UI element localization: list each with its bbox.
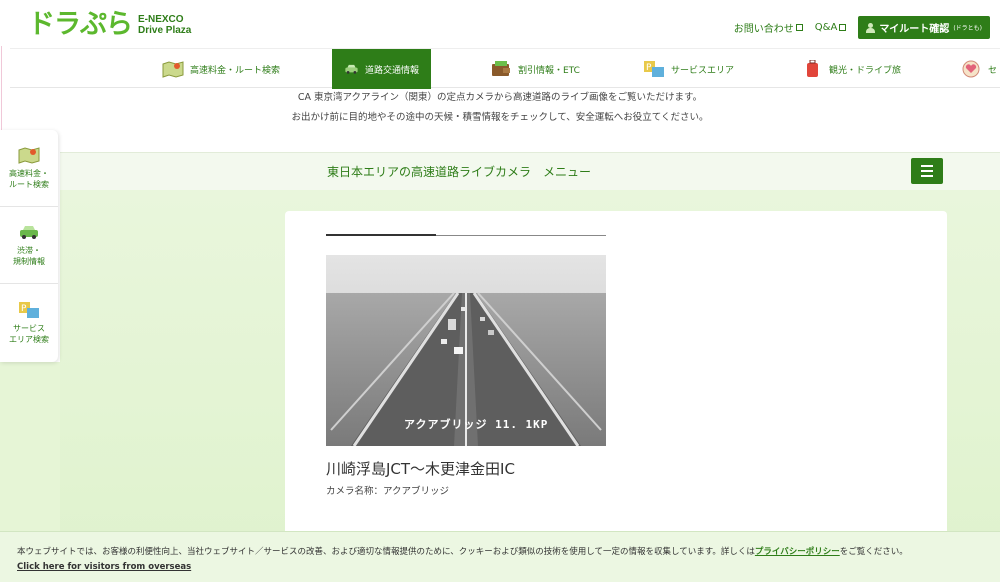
site-logo[interactable]: ドラぷら E-NEXCO Drive Plaza — [28, 10, 191, 40]
nav-label: 高速料金・ルート検索 — [190, 65, 281, 76]
person-icon — [866, 22, 876, 33]
side-label: 渋滞・ — [17, 246, 41, 255]
nav-label: サービスエリア — [671, 65, 735, 76]
external-link-icon — [839, 24, 847, 31]
car-icon — [345, 64, 358, 74]
camera-card: アクアブリッジ 11. 1KP 川崎浮島JCT～木更津金田IC カメラ名称：アク… — [285, 211, 947, 582]
nav-label: 観光・ドライブ旅 — [829, 65, 902, 76]
nav-label: 割引情報・ETC — [518, 65, 580, 76]
side-label: 規制情報 — [13, 257, 45, 266]
hamburger-icon — [921, 170, 933, 172]
parking-icon: P — [644, 61, 664, 77]
intro-text: CA 東京湾アクアライン（関東）の定点カメラから高速道路のライブ画像をご覧いただ… — [0, 88, 1000, 128]
nav-item-traffic[interactable]: 道路交通情報 — [332, 49, 431, 89]
live-camera-image[interactable]: アクアブリッジ 11. 1KP — [326, 255, 606, 446]
privacy-policy-link[interactable]: プライバシーポリシー — [755, 547, 840, 557]
contact-link[interactable]: お問い合わせ — [734, 20, 803, 35]
utility-links: お問い合わせ Q&A マイルート確認 (ドラとも) — [734, 16, 990, 39]
menu-title: 東日本エリアの高速道路ライブカメラ メニュー — [327, 165, 592, 179]
cookie-banner: 本ウェブサイトでは、お客様の利便性向上、当社ウェブサイト／サービスの改善、および… — [0, 531, 1000, 582]
nav-item-service-area[interactable]: P サービスエリア — [643, 49, 734, 89]
logo-sub-line2: Drive Plaza — [138, 25, 192, 36]
qa-label: Q&A — [814, 22, 838, 33]
suitcase-icon — [807, 60, 818, 77]
hamburger-icon — [921, 175, 933, 177]
side-item-toll-route[interactable]: 高速料金・ ルート検索 — [0, 130, 58, 207]
overseas-visitors-link[interactable]: Click here for visitors from overseas — [17, 562, 191, 572]
my-route-button[interactable]: マイルート確認 (ドラとも) — [858, 16, 990, 39]
side-quick-nav: 高速料金・ ルート検索 渋滞・ 規制情報 P サービス エリア検索 — [0, 130, 58, 362]
side-item-traffic[interactable]: 渋滞・ 規制情報 — [0, 207, 58, 284]
side-label: 高速料金・ — [9, 169, 49, 178]
camera-menu-bar: 東日本エリアの高速道路ライブカメラ メニュー — [60, 152, 1000, 190]
heart-icon — [962, 60, 980, 78]
intro-line1: CA 東京湾アクアライン（関東）の定点カメラから高速道路のライブ画像をご覧いただ… — [297, 92, 703, 103]
side-label: サービス — [13, 323, 45, 333]
cookie-text-before: 本ウェブサイトでは、お客様の利便性向上、当社ウェブサイト／サービスの改善、および… — [17, 547, 755, 557]
side-label: エリア検索 — [9, 334, 49, 344]
nav-label: セ — [988, 65, 998, 76]
camera-caption: アクアブリッジ 11. 1KP — [404, 418, 549, 431]
card-divider — [326, 234, 606, 236]
nav-label: 道路交通情報 — [364, 65, 419, 76]
logo-subtitle: E-NEXCO Drive Plaza — [138, 14, 191, 36]
logo-sub-line1: E-NEXCO — [138, 14, 184, 25]
cookie-text-after: をご覧ください。 — [839, 547, 908, 557]
nav-item-more[interactable]: セ — [960, 49, 997, 89]
intro-line2: お出かけ前に目的地やその途中の天候・積雪情報をチェックして、安全運転へお役立てく… — [291, 112, 709, 123]
qa-link[interactable]: Q&A — [815, 22, 847, 33]
camera-name: カメラ名称：アクアブリッジ — [326, 486, 450, 497]
hamburger-menu-button[interactable] — [911, 158, 943, 184]
car-icon — [20, 226, 38, 239]
nav-item-toll-route[interactable]: 高速料金・ルート検索 — [162, 49, 280, 89]
cookie-text: 本ウェブサイトでは、お客様の利便性向上、当社ウェブサイト／サービスの改善、および… — [17, 545, 908, 557]
nav-item-tourism[interactable]: 観光・ドライブ旅 — [801, 49, 901, 89]
nav-item-discount-etc[interactable]: 割引情報・ETC — [490, 49, 580, 89]
contact-label: お問い合わせ — [733, 24, 794, 35]
my-route-label: マイルート確認 — [879, 24, 950, 35]
side-label: ルート検索 — [9, 180, 49, 189]
site-header: ドラぷら E-NEXCO Drive Plaza お問い合わせ Q&A マイルー… — [0, 0, 1000, 46]
external-link-icon — [795, 24, 803, 31]
parking-icon: P — [19, 301, 39, 318]
logo-text: ドラぷら — [28, 9, 133, 40]
hamburger-icon — [921, 165, 933, 167]
map-icon — [18, 147, 40, 164]
svg-text:P: P — [21, 304, 27, 314]
wallet-icon — [492, 61, 510, 76]
svg-text:P: P — [646, 63, 652, 73]
map-icon — [162, 61, 184, 78]
camera-section-title[interactable]: 川崎浮島JCT～木更津金田IC — [326, 458, 515, 479]
side-item-service-area[interactable]: P サービス エリア検索 — [0, 284, 58, 361]
my-route-sub: (ドラとも) — [953, 25, 982, 32]
global-nav: 高速料金・ルート検索 道路交通情報 割引情報・ETC P サービスエリア 観光・… — [10, 48, 1000, 89]
